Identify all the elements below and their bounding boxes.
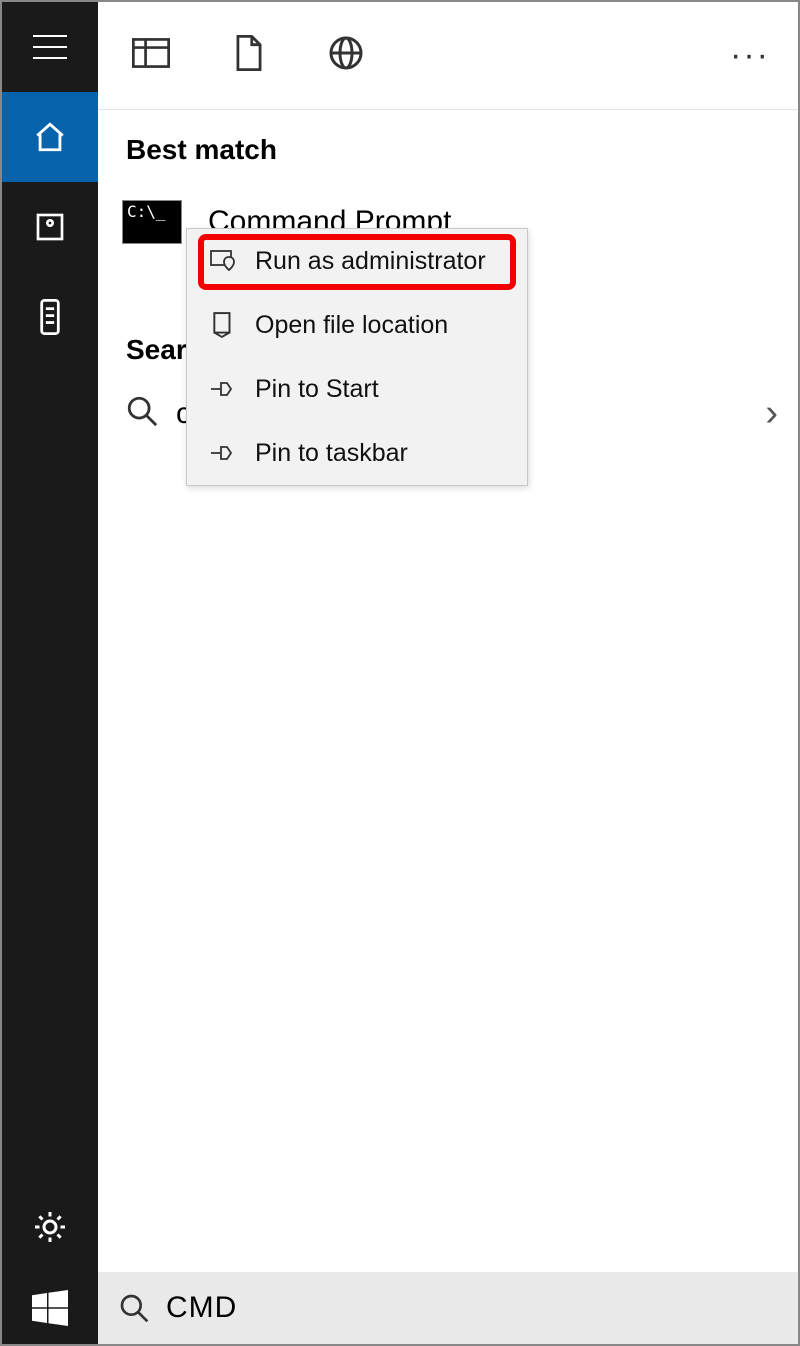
search-icon	[118, 1292, 150, 1324]
search-query-text: CMD	[166, 1291, 237, 1325]
globe-icon	[328, 35, 364, 71]
documents-tab[interactable]	[2, 272, 98, 362]
filter-tabs: ···	[98, 2, 798, 110]
settings-button[interactable]	[2, 1182, 98, 1272]
context-pin-to-taskbar[interactable]: Pin to taskbar	[187, 421, 527, 485]
sidebar	[2, 2, 98, 1344]
chevron-right-icon: ›	[765, 392, 778, 435]
context-open-file-location[interactable]: Open file location	[187, 293, 527, 357]
best-match-heading: Best match	[126, 134, 798, 166]
location-icon	[205, 312, 241, 338]
recent-icon	[132, 37, 170, 69]
windows-icon	[32, 1290, 68, 1326]
context-item-label: Run as administrator	[255, 247, 486, 276]
search-icon	[122, 394, 162, 433]
pin-icon	[205, 443, 241, 463]
hamburger-menu-button[interactable]	[2, 2, 98, 92]
context-item-label: Pin to taskbar	[255, 439, 408, 468]
context-pin-to-start[interactable]: Pin to Start	[187, 357, 527, 421]
pin-icon	[205, 379, 241, 399]
document-icon	[234, 35, 264, 71]
start-button[interactable]	[2, 1272, 98, 1344]
search-results-panel: ··· Best match C:\_ Command Prompt Searc…	[98, 2, 798, 1272]
apps-tab[interactable]	[2, 182, 98, 272]
search-bar[interactable]: CMD	[98, 1272, 798, 1344]
gear-icon	[32, 1209, 68, 1245]
context-item-label: Pin to Start	[255, 375, 379, 404]
more-button[interactable]: ···	[730, 36, 798, 75]
hamburger-icon	[33, 34, 67, 60]
home-icon	[33, 120, 67, 154]
remote-icon	[39, 299, 61, 335]
context-item-label: Open file location	[255, 311, 448, 340]
admin-icon	[205, 250, 241, 272]
recent-filter[interactable]	[132, 37, 170, 74]
home-tab[interactable]	[2, 92, 98, 182]
context-menu: Run as administrator Open file location …	[186, 228, 528, 486]
command-prompt-icon: C:\_	[122, 200, 182, 244]
web-filter[interactable]	[328, 35, 364, 76]
documents-filter[interactable]	[234, 35, 264, 76]
folder-icon	[34, 211, 66, 243]
context-run-as-admin[interactable]: Run as administrator	[187, 229, 527, 293]
